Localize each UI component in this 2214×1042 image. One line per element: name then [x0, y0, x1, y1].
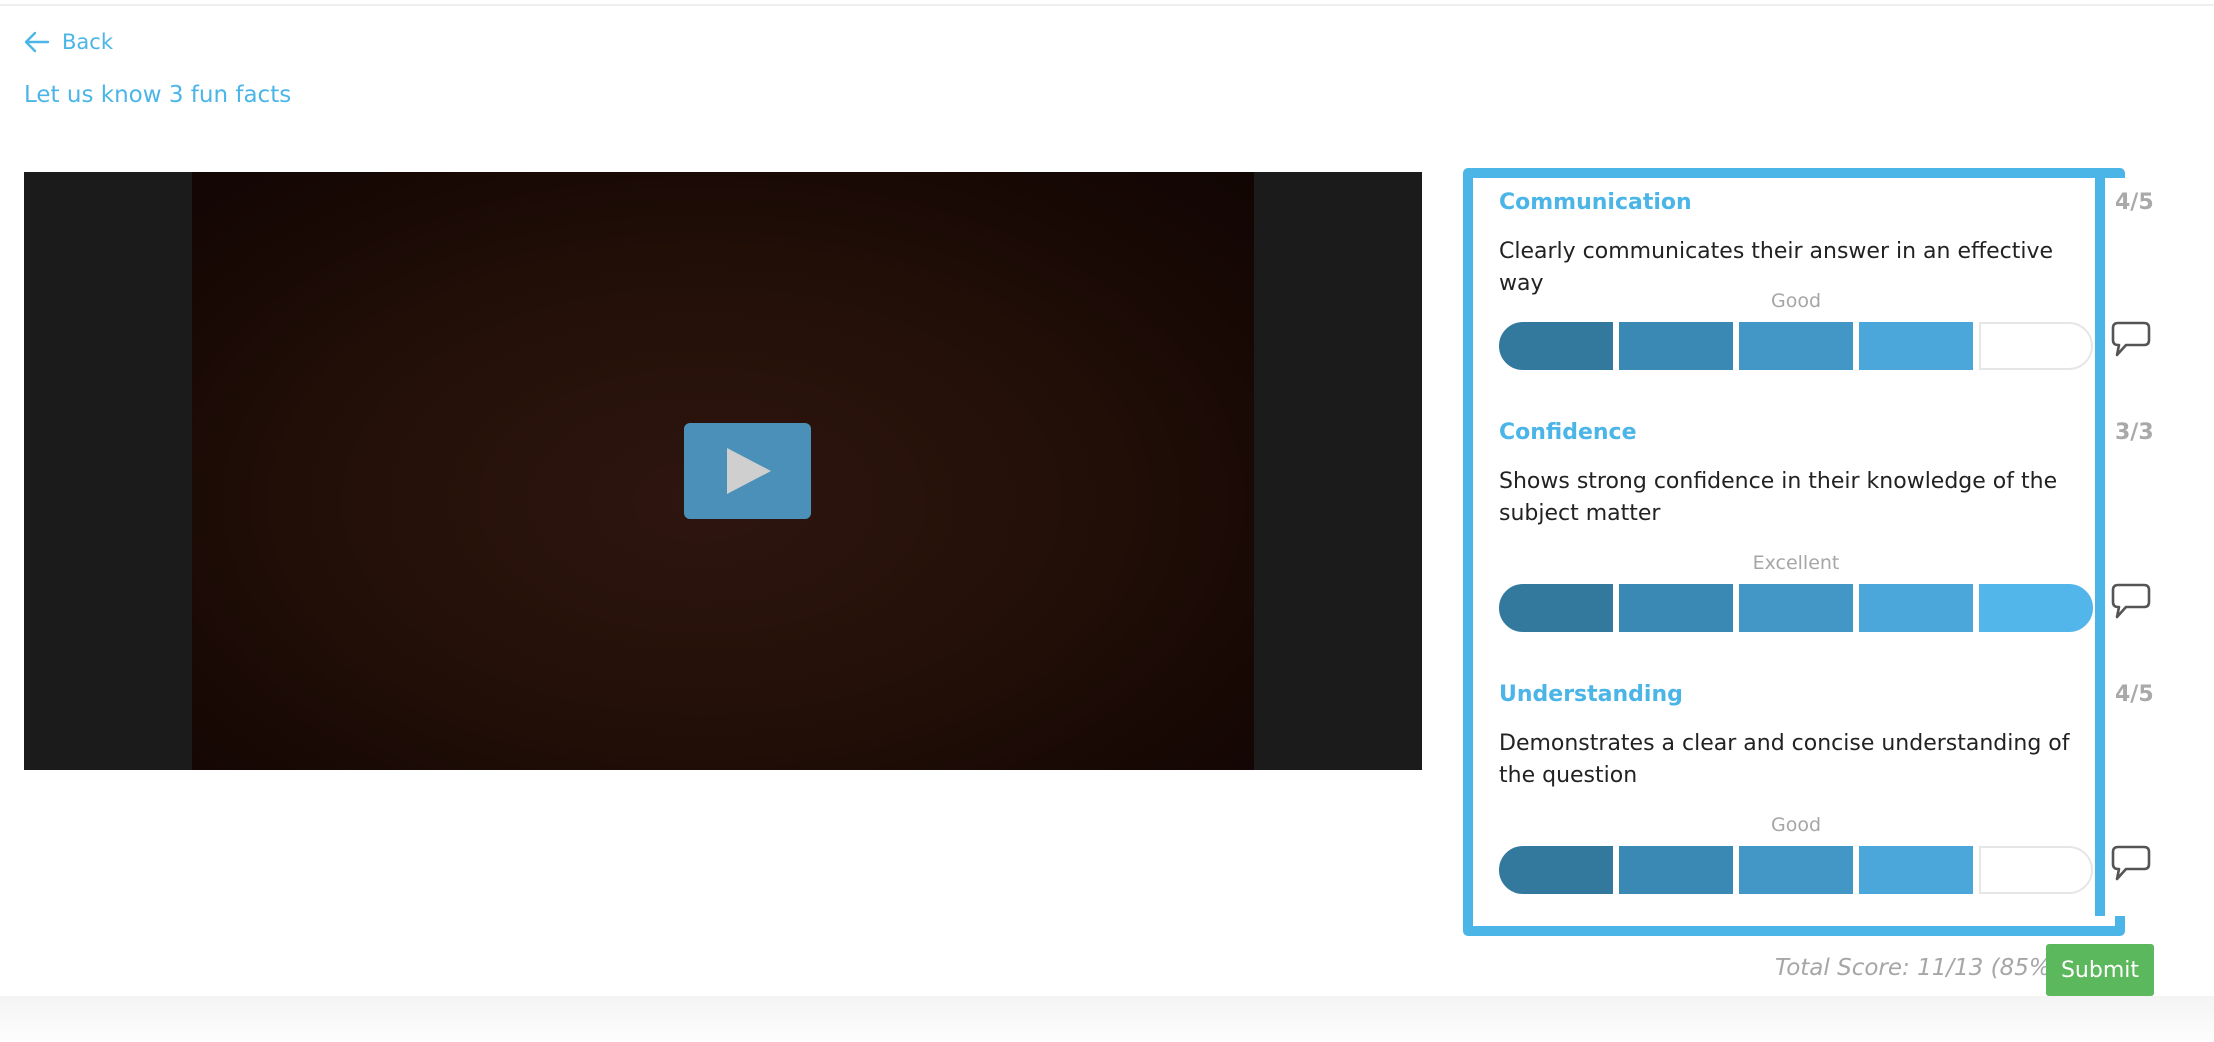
- criterion-score: 4/5: [2115, 682, 2154, 707]
- play-button[interactable]: [684, 423, 811, 519]
- criterion-score: 4/5: [2115, 190, 2154, 215]
- rating-bar[interactable]: [1499, 584, 2093, 632]
- criterion-score: 3/3: [2115, 420, 2154, 445]
- back-link[interactable]: Back: [24, 26, 113, 58]
- rating-bar[interactable]: [1499, 322, 2093, 370]
- footer-bar: [0, 996, 2214, 1042]
- criterion-name: Understanding: [1499, 682, 1683, 707]
- speech-bubble-icon[interactable]: [2110, 844, 2152, 884]
- speech-bubble-icon[interactable]: [2110, 582, 2152, 622]
- rating-segment-4[interactable]: [1859, 584, 1973, 632]
- rating-segment-5[interactable]: [1979, 846, 2093, 894]
- total-score: Total Score: 11/13 (85%): [1775, 955, 2060, 981]
- rating-segment-3[interactable]: [1739, 846, 1853, 894]
- rating-segment-3[interactable]: [1739, 322, 1853, 370]
- rating-segment-2[interactable]: [1619, 584, 1733, 632]
- criterion-name: Confidence: [1499, 420, 1637, 445]
- rating-level-label: Excellent: [1752, 552, 1840, 574]
- rating-segment-1[interactable]: [1499, 322, 1613, 370]
- video-player[interactable]: [24, 172, 1422, 770]
- rating-segment-4[interactable]: [1859, 846, 1973, 894]
- rating-segment-5[interactable]: [1979, 322, 2093, 370]
- back-label: Back: [62, 30, 113, 54]
- rating-bar[interactable]: [1499, 846, 2093, 894]
- speech-bubble-icon[interactable]: [2110, 320, 2152, 360]
- rating-segment-4[interactable]: [1859, 322, 1973, 370]
- rating-segment-5[interactable]: [1979, 584, 2093, 632]
- criterion-description: Demonstrates a clear and concise underst…: [1499, 731, 2070, 788]
- rating-segment-3[interactable]: [1739, 584, 1853, 632]
- arrow-left-icon: [24, 31, 50, 53]
- rating-level-label: Good: [1770, 814, 1822, 836]
- rating-level-label: Good: [1770, 290, 1822, 312]
- rating-segment-2[interactable]: [1619, 846, 1733, 894]
- criterion-description: Shows strong confidence in their knowled…: [1499, 469, 2058, 526]
- criterion-name: Communication: [1499, 190, 1692, 215]
- top-divider: [0, 4, 2214, 6]
- panel-right-gutter: [2105, 178, 2214, 916]
- play-icon: [726, 448, 771, 494]
- rating-segment-2[interactable]: [1619, 322, 1733, 370]
- panel-right-border: [2095, 178, 2105, 916]
- question-title: Let us know 3 fun facts: [24, 82, 292, 108]
- rating-segment-1[interactable]: [1499, 846, 1613, 894]
- submit-button[interactable]: Submit: [2046, 944, 2154, 996]
- rating-segment-1[interactable]: [1499, 584, 1613, 632]
